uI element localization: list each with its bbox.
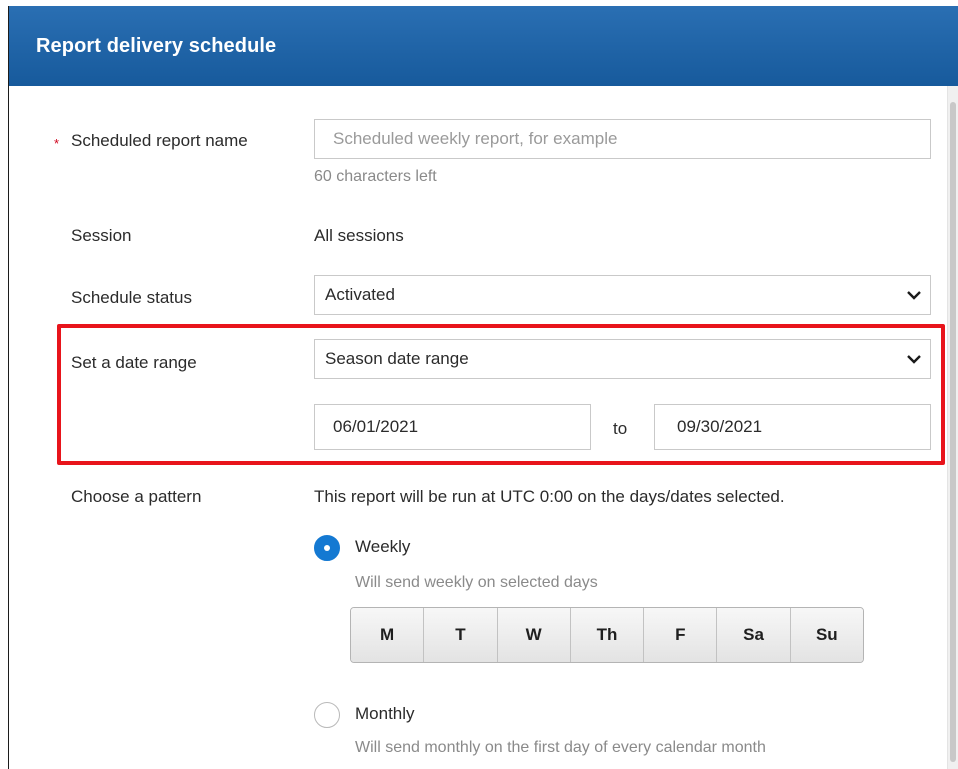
date-range-label: Set a date range: [71, 353, 197, 372]
weekly-radio[interactable]: [314, 535, 340, 561]
dialog-header: Report delivery schedule: [9, 6, 958, 86]
dialog-scrollbar[interactable]: [947, 86, 958, 769]
monthly-label[interactable]: Monthly: [355, 704, 415, 724]
session-label: Session: [71, 226, 132, 245]
schedule-status-select[interactable]: Activated: [314, 275, 931, 315]
monthly-radio[interactable]: [314, 702, 340, 728]
schedule-status-value: Activated: [325, 285, 395, 304]
start-date-input[interactable]: 06/01/2021: [314, 404, 591, 450]
day-button-thursday[interactable]: Th: [570, 608, 645, 662]
report-name-label: Scheduled report name: [71, 131, 248, 150]
pattern-label: Choose a pattern: [71, 487, 202, 506]
date-range-value: Season date range: [325, 349, 469, 368]
pattern-description: This report will be run at UTC 0:00 on t…: [314, 487, 785, 506]
characters-left-text: 60 characters left: [314, 168, 437, 185]
schedule-status-label: Schedule status: [71, 288, 192, 307]
day-button-saturday[interactable]: Sa: [717, 608, 791, 662]
day-button-wednesday[interactable]: W: [497, 608, 571, 662]
report-name-input[interactable]: Scheduled weekly report, for example: [314, 119, 931, 159]
day-button-monday[interactable]: M: [351, 608, 425, 662]
day-button-sunday[interactable]: Su: [790, 608, 863, 662]
session-value: All sessions: [314, 226, 404, 245]
day-button-tuesday[interactable]: T: [424, 608, 498, 662]
date-range-to-label: to: [613, 419, 628, 438]
date-range-select[interactable]: Season date range: [314, 339, 931, 379]
weekly-label[interactable]: Weekly: [355, 537, 410, 557]
monthly-helper: Will send monthly on the first day of ev…: [355, 739, 766, 756]
dialog-title: Report delivery schedule: [36, 34, 277, 57]
scrollbar-thumb[interactable]: [950, 102, 956, 762]
weekday-selector: M T W Th F Sa Su: [350, 607, 864, 663]
report-delivery-dialog: Report delivery schedule * Scheduled rep…: [8, 6, 958, 769]
required-indicator: *: [54, 136, 60, 151]
day-button-friday[interactable]: F: [644, 608, 718, 662]
chevron-down-icon: [907, 355, 921, 364]
end-date-input[interactable]: 09/30/2021: [654, 404, 931, 450]
weekly-helper: Will send weekly on selected days: [355, 574, 598, 591]
chevron-down-icon: [907, 291, 921, 300]
